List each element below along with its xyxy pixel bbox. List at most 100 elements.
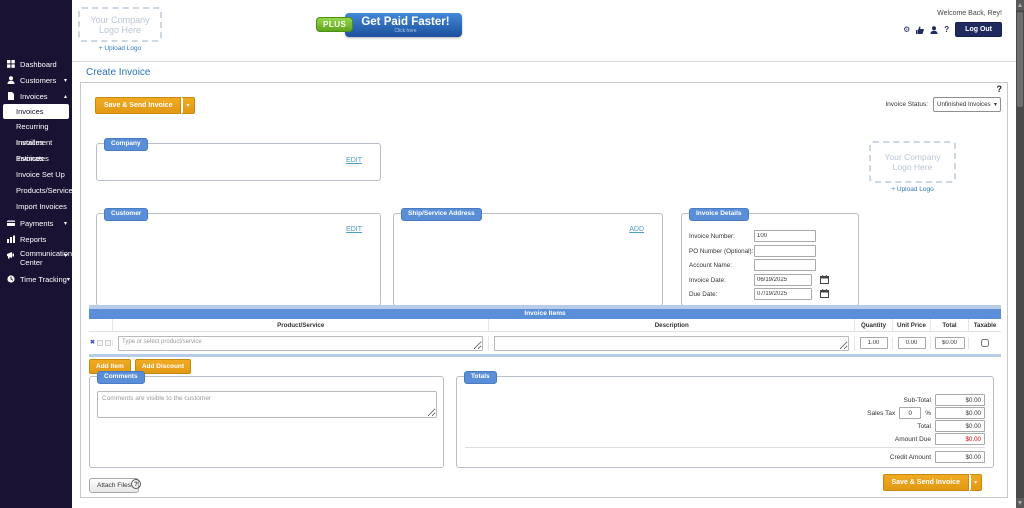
account-name-field[interactable] xyxy=(754,259,816,271)
sidebar-subitem-installment-invoices[interactable]: Installment Invoices xyxy=(3,135,69,151)
amount-due-row: Amount Due xyxy=(895,433,985,445)
banner-title: Get Paid Faster! xyxy=(361,16,449,28)
sidebar-item-invoices[interactable]: Invoices ▴ xyxy=(0,88,72,104)
save-send-dropdown-arrow[interactable]: ▾ xyxy=(970,474,982,491)
app-window: Dashboard Customers ▾ Invoices ▴ Invoice… xyxy=(0,0,1024,508)
percent-sign: % xyxy=(925,410,931,417)
thumbs-up-icon[interactable] xyxy=(916,26,924,34)
line-total-value xyxy=(935,337,965,349)
invoice-number-label: Invoice Number: xyxy=(689,233,735,240)
delete-row-icon[interactable]: ✖ xyxy=(90,340,95,347)
description-input[interactable] xyxy=(494,336,849,351)
save-send-invoice-button[interactable]: Save & Send Invoice xyxy=(95,97,181,114)
invoice-logo-placeholder[interactable]: Your Company Logo Here xyxy=(869,141,956,183)
sales-tax-row: Sales Tax % xyxy=(867,407,985,419)
header-actions: ⚙ ? Log Out xyxy=(903,22,1002,37)
save-send-dropdown-arrow[interactable]: ▾ xyxy=(182,97,194,114)
subtotal-label: Sub-Total xyxy=(904,397,931,404)
subtotal-value xyxy=(935,394,985,406)
taxable-checkbox[interactable] xyxy=(981,339,989,347)
row-actions-column xyxy=(89,319,113,331)
description-column-header: Description xyxy=(489,319,855,331)
comments-section-label: Comments xyxy=(97,371,145,384)
totals-section: Totals Sub-Total Sales Tax % Total Amoun… xyxy=(456,376,994,468)
vertical-scrollbar[interactable] xyxy=(1016,0,1024,508)
credit-amount-row: Credit Amount xyxy=(890,451,985,463)
sidebar-subitem-invoices[interactable]: Invoices xyxy=(3,104,69,119)
account-name-label: Account Name: xyxy=(689,262,732,269)
row-action-icon[interactable] xyxy=(105,340,111,346)
upload-logo-link[interactable]: + Upload Logo xyxy=(869,186,956,193)
sidebar: Dashboard Customers ▾ Invoices ▴ Invoice… xyxy=(0,0,72,508)
gear-icon[interactable]: ⚙ xyxy=(903,26,910,34)
quantity-column-header: Quantity xyxy=(855,319,893,331)
total-column-header: Total xyxy=(931,319,969,331)
get-paid-faster-banner[interactable]: PLUS Get Paid Faster! Click here xyxy=(316,13,462,37)
sidebar-subitem-products-services[interactable]: Products/Services xyxy=(3,183,69,199)
company-edit-link[interactable]: EDIT xyxy=(346,157,362,164)
comments-input[interactable] xyxy=(97,391,437,418)
sidebar-subitem-invoice-set-up[interactable]: Invoice Set Up xyxy=(3,167,69,183)
scrollbar-thumb[interactable] xyxy=(1017,12,1023,107)
quantity-input[interactable] xyxy=(860,337,888,349)
help-icon[interactable]: ? xyxy=(131,479,141,489)
sidebar-item-customers[interactable]: Customers ▾ xyxy=(0,72,72,88)
sidebar-subitem-estimates[interactable]: Estimates xyxy=(3,151,69,167)
product-service-input[interactable] xyxy=(118,336,483,351)
help-icon[interactable]: ? xyxy=(944,25,949,34)
invoice-number-field[interactable] xyxy=(754,230,816,242)
calendar-icon[interactable] xyxy=(820,289,829,298)
invoice-details-label: Invoice Details xyxy=(689,208,749,221)
customer-section: Customer EDIT xyxy=(96,213,381,306)
invoice-date-label: Invoice Date: xyxy=(689,277,726,284)
invoice-status-row: Invoice Status: Unfinished Invoices ▾ xyxy=(885,97,1001,112)
subtotal-row: Sub-Total xyxy=(904,394,985,406)
company-logo-placeholder[interactable]: Your Company Logo Here xyxy=(78,7,162,42)
user-icon[interactable] xyxy=(930,26,938,34)
sidebar-item-label: Communication Center xyxy=(20,249,62,268)
customers-icon xyxy=(7,76,16,84)
customer-edit-link[interactable]: EDIT xyxy=(346,226,362,233)
top-header: Your Company Logo Here + Upload Logo PLU… xyxy=(72,0,1016,62)
credit-amount-value xyxy=(935,451,985,463)
unit-price-input[interactable] xyxy=(898,337,926,349)
sales-tax-label: Sales Tax xyxy=(867,410,895,417)
sidebar-item-label: Customers xyxy=(20,76,56,85)
sidebar-item-communication-center[interactable]: Communication Center ▾ xyxy=(0,247,72,271)
sales-tax-value xyxy=(935,407,985,419)
scroll-down-arrow[interactable] xyxy=(1016,498,1024,508)
sales-tax-rate-input[interactable] xyxy=(899,407,921,419)
sidebar-item-payments[interactable]: Payments ▾ xyxy=(0,215,72,231)
credit-amount-label: Credit Amount xyxy=(890,454,931,461)
po-number-field[interactable] xyxy=(754,245,816,257)
sidebar-item-dashboard[interactable]: Dashboard xyxy=(0,56,72,72)
sidebar-subitem-import-invoices[interactable]: Import Invoices xyxy=(3,199,69,215)
due-date-field[interactable] xyxy=(754,288,812,300)
invoice-items-section: Invoice Items Product/Service Descriptio… xyxy=(89,305,1001,357)
dashboard-icon xyxy=(7,60,16,68)
save-send-invoice-button[interactable]: Save & Send Invoice xyxy=(883,474,969,491)
due-date-label: Due Date: xyxy=(689,291,717,298)
total-label: Total xyxy=(917,423,931,430)
due-date-row: Due Date: xyxy=(689,288,853,300)
welcome-message: Welcome Back, Rey! xyxy=(937,10,1002,17)
help-icon[interactable]: ? xyxy=(997,84,1003,94)
ship-add-link[interactable]: ADD xyxy=(629,226,644,233)
upload-logo-link[interactable]: + Upload Logo xyxy=(78,45,162,52)
row-action-icon[interactable] xyxy=(97,340,103,346)
calendar-icon[interactable] xyxy=(820,275,829,284)
sidebar-item-reports[interactable]: Reports xyxy=(0,231,72,247)
log-out-button[interactable]: Log Out xyxy=(955,22,1002,37)
invoice-status-select[interactable]: Unfinished Invoices ▾ xyxy=(933,97,1001,112)
sidebar-item-time-tracking[interactable]: Time Tracking ▾ xyxy=(0,271,72,287)
invoice-date-field[interactable] xyxy=(754,274,812,286)
scroll-up-arrow[interactable] xyxy=(1016,0,1024,10)
logo-placeholder-line1: Your Company xyxy=(90,15,149,25)
total-value xyxy=(935,420,985,432)
banner-subtitle: Click here xyxy=(361,28,449,34)
logo-placeholder-line2: Logo Here xyxy=(99,25,141,35)
logo-placeholder-line1: Your Company xyxy=(885,152,941,162)
sidebar-subitem-recurring-invoices[interactable]: Recurring Invoices xyxy=(3,119,69,135)
po-number-label: PO Number (Optional): xyxy=(689,248,753,255)
invoices-icon xyxy=(7,92,16,100)
